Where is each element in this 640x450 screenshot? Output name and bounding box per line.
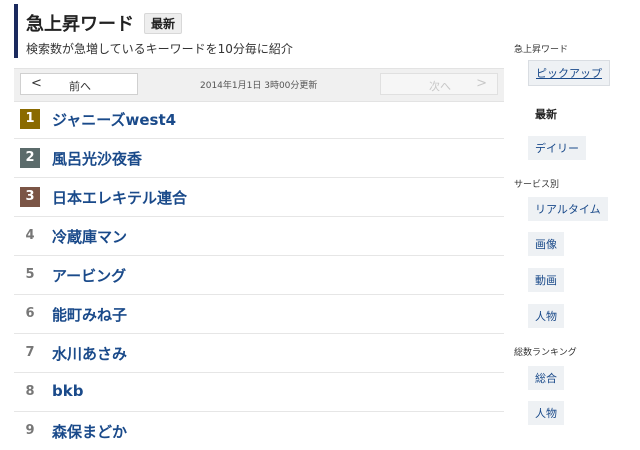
tab-total[interactable]: 総合 (528, 366, 564, 390)
tab-pickup[interactable]: ピックアップ (528, 60, 610, 86)
sidebar: 急上昇ワード ピックアップ 最新 デイリー サービス別 リアルタイム 画像 動画… (510, 0, 640, 434)
updated-timestamp: 2014年1月1日 3時00分更新 (200, 81, 318, 91)
list-item: 4 冷蔵庫マン (14, 217, 504, 256)
list-item: 1 ジャニーズwest4 (14, 100, 504, 139)
page-header: 急上昇ワード 最新 検索数が急増しているキーワードを10分毎に紹介 (14, 4, 506, 58)
prev-label: 前へ (69, 80, 91, 93)
tab-total-person[interactable]: 人物 (528, 401, 564, 425)
keyword-link[interactable]: bkb (52, 382, 83, 400)
rank-number: 5 (25, 267, 35, 282)
list-item: 6 能町みね子 (14, 295, 504, 334)
ranking-list: 1 ジャニーズwest4 2 風呂光沙夜香 3 日本エレキテル連合 4 冷蔵庫マ… (14, 100, 504, 450)
sidebar-section-service: サービス別 (514, 180, 560, 190)
list-item: 5 アービング (14, 256, 504, 295)
tab-video[interactable]: 動画 (528, 268, 564, 292)
keyword-link[interactable]: 能町みね子 (52, 304, 127, 325)
sidebar-section-total: 総数ランキング (514, 348, 577, 358)
tab-realtime[interactable]: リアルタイム (528, 197, 608, 221)
keyword-link[interactable]: アービング (52, 265, 126, 286)
tab-image[interactable]: 画像 (528, 232, 564, 256)
list-item: 7 水川あさみ (14, 334, 504, 373)
rank-number: 6 (25, 306, 35, 321)
rank-number: 1 (20, 109, 40, 129)
tab-latest: 最新 (535, 108, 557, 121)
list-item: 8 bkb (14, 373, 504, 412)
keyword-link[interactable]: 風呂光沙夜香 (52, 148, 142, 169)
sidebar-section-trending: 急上昇ワード (514, 45, 569, 55)
next-button-disabled: 次へ > (380, 73, 498, 95)
list-item: 2 風呂光沙夜香 (14, 139, 504, 178)
page-subtitle: 検索数が急増しているキーワードを10分毎に紹介 (26, 42, 293, 56)
keyword-link[interactable]: 森保まどか (52, 421, 127, 442)
chevron-left-icon: < (31, 76, 42, 91)
rank-number: 3 (20, 187, 40, 207)
page-title: 急上昇ワード (26, 14, 134, 35)
rank-number: 2 (20, 148, 40, 168)
next-label: 次へ (429, 80, 451, 93)
chevron-right-icon: > (476, 76, 487, 91)
list-item: 9 森保まどか (14, 412, 504, 450)
keyword-link[interactable]: 水川あさみ (52, 343, 127, 364)
rank-number: 8 (25, 384, 35, 399)
keyword-link[interactable]: 日本エレキテル連合 (52, 187, 187, 208)
latest-badge: 最新 (144, 13, 183, 34)
rank-number: 7 (25, 345, 35, 360)
rank-number: 9 (25, 423, 35, 438)
keyword-link[interactable]: 冷蔵庫マン (52, 226, 127, 247)
list-item: 3 日本エレキテル連合 (14, 178, 504, 217)
rank-number: 4 (25, 228, 35, 243)
pagination-bar: < 前へ 2014年1月1日 3時00分更新 次へ > (14, 68, 504, 102)
tab-daily[interactable]: デイリー (528, 136, 586, 160)
prev-button[interactable]: < 前へ (20, 73, 138, 95)
keyword-link[interactable]: ジャニーズwest4 (52, 109, 176, 130)
tab-person[interactable]: 人物 (528, 304, 564, 328)
